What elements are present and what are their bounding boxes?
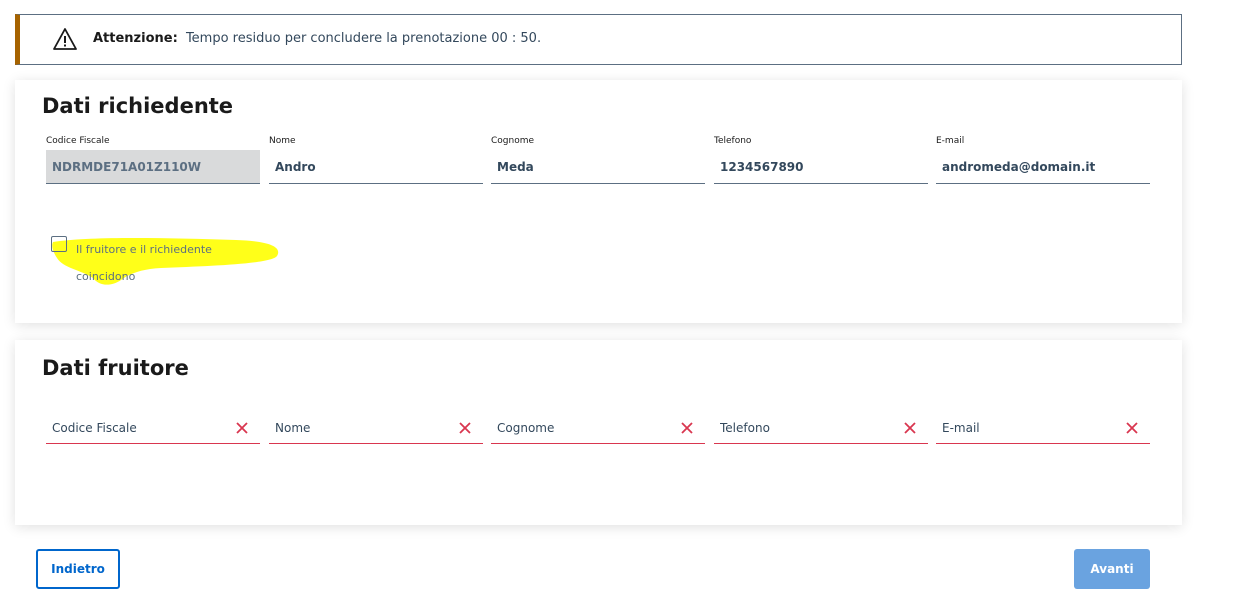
error-x-icon[interactable] xyxy=(236,422,248,434)
field-label: Cognome xyxy=(491,136,535,146)
beneficiary-title: Dati fruitore xyxy=(42,356,189,380)
beneficiary-surname-field[interactable] xyxy=(491,414,705,444)
beneficiary-name-field[interactable] xyxy=(269,414,483,444)
beneficiary-surname-input[interactable] xyxy=(491,414,671,442)
same-person-checkbox[interactable] xyxy=(51,236,67,252)
checkbox-label-line1: Il fruitore e il richiedente xyxy=(76,243,212,256)
alert-text: Attenzione: Tempo residuo per concludere… xyxy=(93,31,541,46)
requester-card: Dati richiedente Codice Fiscale NDRMDE71… xyxy=(15,80,1182,323)
next-button[interactable]: Avanti xyxy=(1074,549,1150,589)
surname-value[interactable]: Meda xyxy=(491,150,705,184)
beneficiary-phone-input[interactable] xyxy=(714,414,894,442)
beneficiary-fiscal-code-field[interactable] xyxy=(46,414,260,444)
email-value[interactable]: andromeda@domain.it xyxy=(936,150,1150,184)
field-label: Telefono xyxy=(714,136,752,146)
beneficiary-fiscal-code-input[interactable] xyxy=(46,414,226,442)
error-x-icon[interactable] xyxy=(904,422,916,434)
beneficiary-email-input[interactable] xyxy=(936,414,1116,442)
beneficiary-card: Dati fruitore xyxy=(15,340,1182,525)
countdown-alert: Attenzione: Tempo residuo per concludere… xyxy=(15,14,1182,65)
phone-value[interactable]: 1234567890 xyxy=(714,150,928,184)
name-value[interactable]: Andro xyxy=(269,150,483,184)
beneficiary-email-field[interactable] xyxy=(936,414,1150,444)
field-label: Codice Fiscale xyxy=(46,136,110,146)
requester-title: Dati richiedente xyxy=(42,94,234,118)
error-x-icon[interactable] xyxy=(459,422,471,434)
same-person-checkbox-row[interactable]: Il fruitore e il richiedente coincidono xyxy=(51,234,291,294)
back-button[interactable]: Indietro xyxy=(36,549,120,589)
beneficiary-phone-field[interactable] xyxy=(714,414,928,444)
error-x-icon[interactable] xyxy=(681,422,693,434)
fiscal-code-value: NDRMDE71A01Z110W xyxy=(46,150,260,184)
field-label: E-mail xyxy=(936,136,965,146)
alert-label: Attenzione: xyxy=(93,31,178,46)
checkbox-label-line2: coincidono xyxy=(76,270,136,283)
field-label: Nome xyxy=(269,136,296,146)
beneficiary-name-input[interactable] xyxy=(269,414,449,442)
alert-message: Tempo residuo per concludere la prenotaz… xyxy=(185,31,542,46)
error-x-icon[interactable] xyxy=(1126,422,1138,434)
warning-icon xyxy=(53,28,77,50)
same-person-label[interactable]: Il fruitore e il richiedente coincidono xyxy=(76,236,246,290)
